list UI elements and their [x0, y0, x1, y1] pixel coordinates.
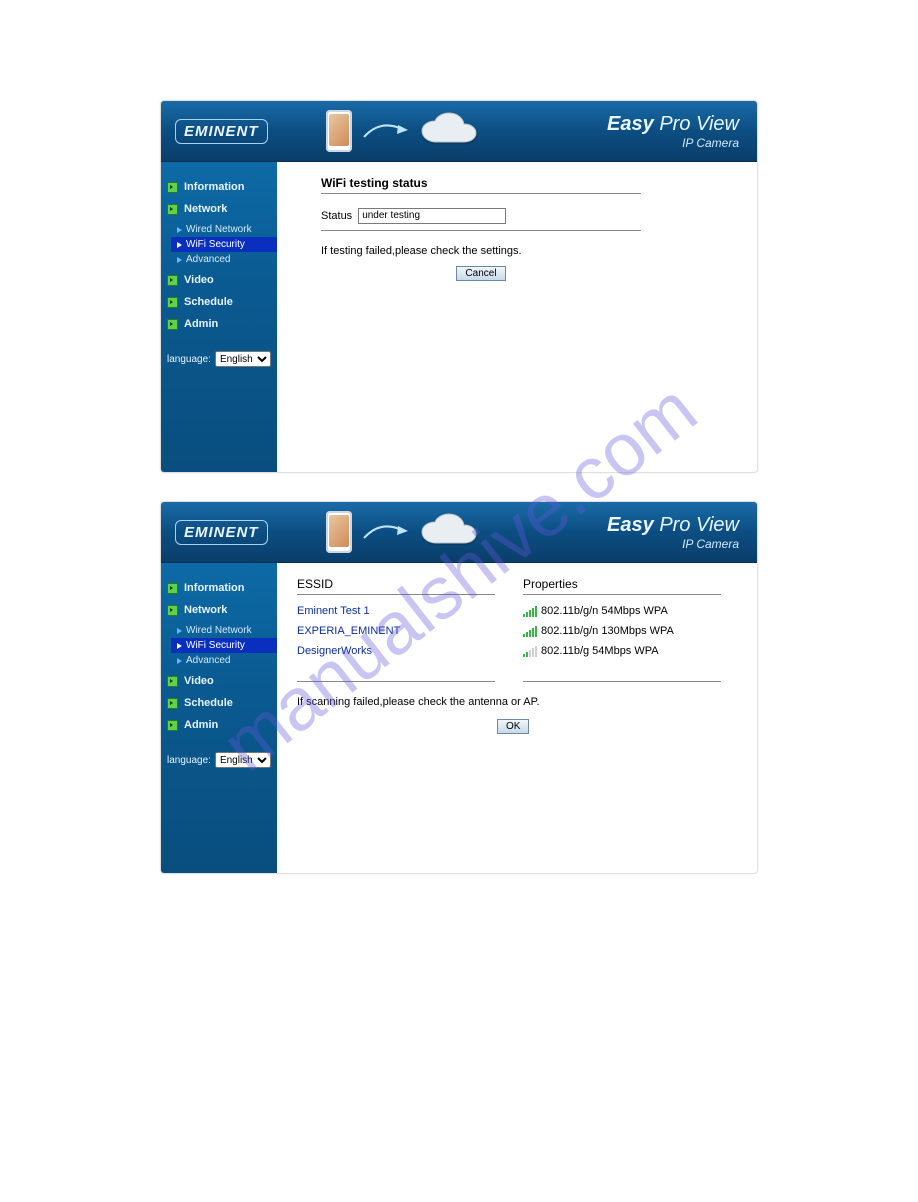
nav-wired-network[interactable]: Wired Network	[171, 222, 277, 237]
bullet-icon	[167, 676, 178, 687]
nav-wifi-security[interactable]: WiFi Security	[171, 237, 277, 252]
header-banner: EMINENT Easy Pro View IP Camera	[161, 101, 757, 162]
cloud-icon	[418, 513, 490, 551]
status-label: Status	[321, 210, 352, 222]
brand-logo: EMINENT	[175, 119, 268, 144]
nav-schedule[interactable]: Schedule	[161, 692, 277, 714]
bullet-icon	[167, 698, 178, 709]
cloud-icon	[418, 112, 490, 150]
nav-admin[interactable]: Admin	[161, 313, 277, 335]
section-title: WiFi testing status	[321, 176, 641, 194]
bullet-icon	[167, 275, 178, 286]
phone-icon	[326, 110, 352, 152]
bullet-icon	[167, 182, 178, 193]
language-select[interactable]: English	[215, 351, 271, 367]
bullet-icon	[167, 204, 178, 215]
essid-header: ESSID	[297, 577, 495, 595]
language-label: language:	[167, 755, 211, 766]
brand-logo: EMINENT	[175, 520, 268, 545]
brand-title: Easy Pro View IP Camera	[607, 514, 739, 551]
content-area: WiFi testing status Status under testing…	[277, 162, 757, 472]
sidebar: Information Network Wired Network WiFi S…	[161, 162, 277, 472]
triangle-icon	[177, 242, 182, 248]
hint-text: If scanning failed,please check the ante…	[297, 696, 737, 708]
triangle-icon	[177, 227, 182, 233]
nav-video[interactable]: Video	[161, 269, 277, 291]
nav-information[interactable]: Information	[161, 176, 277, 198]
brand-title: Easy Pro View IP Camera	[607, 113, 739, 150]
arrow-icon	[362, 522, 412, 542]
bullet-icon	[167, 605, 178, 616]
nav-video[interactable]: Video	[161, 670, 277, 692]
essid-link[interactable]: DesignerWorks	[297, 645, 495, 657]
essid-link[interactable]: EXPERIA_EMINENT	[297, 625, 495, 637]
nav-network[interactable]: Network	[161, 599, 277, 621]
status-value: under testing	[358, 208, 506, 224]
nav-schedule[interactable]: Schedule	[161, 291, 277, 313]
essid-link[interactable]: Eminent Test 1	[297, 605, 495, 617]
triangle-icon	[177, 257, 182, 263]
signal-strong-icon	[523, 626, 537, 637]
bullet-icon	[167, 583, 178, 594]
header-banner: EMINENT Easy Pro View IP Camera	[161, 502, 757, 563]
phone-icon	[326, 511, 352, 553]
properties-header: Properties	[523, 577, 721, 595]
nav-network[interactable]: Network	[161, 198, 277, 220]
language-select[interactable]: English	[215, 752, 271, 768]
property-row: 802.11b/g 54Mbps WPA	[523, 645, 721, 657]
bullet-icon	[167, 319, 178, 330]
property-row: 802.11b/g/n 54Mbps WPA	[523, 605, 721, 617]
wifi-scan-panel: EMINENT Easy Pro View IP Camera Informat…	[160, 501, 758, 874]
triangle-icon	[177, 628, 182, 634]
nav-information[interactable]: Information	[161, 577, 277, 599]
arrow-icon	[362, 121, 412, 141]
nav-advanced[interactable]: Advanced	[171, 252, 277, 267]
language-label: language:	[167, 354, 211, 365]
bullet-icon	[167, 297, 178, 308]
nav-wired-network[interactable]: Wired Network	[171, 623, 277, 638]
wifi-testing-panel: EMINENT Easy Pro View IP Camera Informat…	[160, 100, 758, 473]
nav-wifi-security[interactable]: WiFi Security	[171, 638, 277, 653]
property-row: 802.11b/g/n 130Mbps WPA	[523, 625, 721, 637]
hint-text: If testing failed,please check the setti…	[321, 245, 737, 257]
ok-button[interactable]: OK	[497, 719, 529, 734]
nav-admin[interactable]: Admin	[161, 714, 277, 736]
signal-weak-icon	[523, 646, 537, 657]
bullet-icon	[167, 720, 178, 731]
cancel-button[interactable]: Cancel	[456, 266, 505, 281]
triangle-icon	[177, 658, 182, 664]
content-area: ESSID Eminent Test 1 EXPERIA_EMINENT Des…	[277, 563, 757, 873]
nav-advanced[interactable]: Advanced	[171, 653, 277, 668]
triangle-icon	[177, 643, 182, 649]
sidebar: Information Network Wired Network WiFi S…	[161, 563, 277, 873]
signal-strong-icon	[523, 606, 537, 617]
